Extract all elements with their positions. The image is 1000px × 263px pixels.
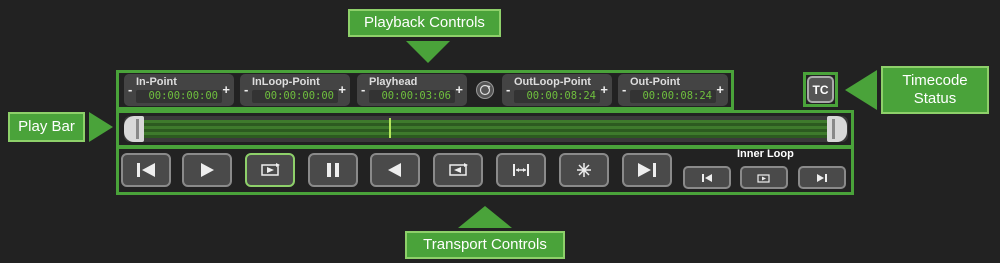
in-point-label: In-Point — [136, 76, 177, 88]
loop-reverse-icon — [449, 163, 468, 176]
out-point-label: Out-Point — [630, 76, 681, 88]
play-icon — [201, 163, 214, 177]
timecode-status-arrow — [845, 70, 877, 110]
outloop-point-value[interactable]: 00:00:08:24 — [514, 90, 600, 103]
inner-loop-start-button[interactable] — [683, 166, 731, 189]
play-bar-callout: Play Bar — [8, 112, 85, 142]
inner-loop-start-icon — [702, 173, 712, 182]
fit-range-icon — [513, 164, 529, 176]
playhead-increment-button[interactable]: + — [455, 82, 463, 97]
in-point-handle[interactable] — [124, 116, 144, 142]
in-point-field[interactable]: - In-Point 00:00:00:00 + — [124, 74, 234, 106]
outloop-point-decrement-button[interactable]: - — [506, 82, 510, 97]
playhead-value[interactable]: 00:00:03:06 — [369, 90, 455, 103]
playback-controls-arrow — [406, 41, 450, 63]
playback-controls-label: Playback Controls — [364, 14, 485, 31]
inloop-point-field[interactable]: - InLoop-Point 00:00:00:00 + — [240, 74, 350, 106]
playhead-marker[interactable] — [389, 118, 391, 138]
outloop-point-increment-button[interactable]: + — [600, 82, 608, 97]
transport-controls-arrow — [458, 206, 512, 228]
playhead-decrement-button[interactable]: - — [361, 82, 365, 97]
pause-icon — [327, 163, 339, 177]
skip-to-end-icon — [638, 163, 656, 177]
inner-loop-label: Inner Loop — [737, 148, 794, 160]
playhead-label: Playhead — [369, 76, 418, 88]
loop-reverse-button[interactable] — [433, 153, 483, 187]
reverse-play-button[interactable] — [370, 153, 420, 187]
timecode-status-label: Timecode Status — [902, 72, 968, 107]
timecode-status-button[interactable]: TC — [807, 76, 834, 103]
skip-to-start-icon — [137, 163, 155, 177]
fit-range-button[interactable] — [496, 153, 546, 187]
out-point-handle[interactable] — [827, 116, 847, 142]
play-bar-range[interactable] — [143, 120, 827, 138]
outloop-point-field[interactable]: - OutLoop-Point 00:00:08:24 + — [502, 74, 612, 106]
inner-loop-play-icon — [757, 173, 770, 183]
timecode-status-callout: Timecode Status — [881, 66, 989, 114]
play-button[interactable] — [182, 153, 232, 187]
freeze-icon — [577, 163, 591, 177]
inner-loop-play-button[interactable] — [740, 166, 788, 189]
out-point-increment-button[interactable]: + — [716, 82, 724, 97]
loop-play-button[interactable] — [245, 153, 295, 187]
inner-loop-end-button[interactable] — [798, 166, 846, 189]
inloop-point-value[interactable]: 00:00:00:00 — [252, 90, 338, 103]
out-point-value[interactable]: 00:00:08:24 — [630, 90, 716, 103]
playhead-field[interactable]: - Playhead 00:00:03:06 + — [357, 74, 467, 106]
playback-controls-callout: Playback Controls — [348, 9, 501, 37]
outloop-point-label: OutLoop-Point — [514, 76, 591, 88]
in-point-value[interactable]: 00:00:00:00 — [136, 90, 222, 103]
loop-play-icon — [261, 163, 280, 176]
in-point-decrement-button[interactable]: - — [128, 82, 132, 97]
skip-to-end-button[interactable] — [622, 153, 672, 187]
play-bar-label: Play Bar — [18, 118, 75, 135]
inloop-point-decrement-button[interactable]: - — [244, 82, 248, 97]
loop-count-icon[interactable] — [476, 81, 494, 99]
inner-loop-end-icon — [817, 173, 827, 182]
play-bar-arrow — [89, 112, 113, 142]
transport-controls-label: Transport Controls — [423, 236, 547, 253]
out-point-decrement-button[interactable]: - — [622, 82, 626, 97]
in-point-increment-button[interactable]: + — [222, 82, 230, 97]
skip-to-start-button[interactable] — [121, 153, 171, 187]
inloop-point-increment-button[interactable]: + — [338, 82, 346, 97]
inloop-point-label: InLoop-Point — [252, 76, 320, 88]
transport-controls-callout: Transport Controls — [405, 231, 565, 259]
reverse-play-icon — [388, 163, 401, 177]
out-point-field[interactable]: - Out-Point 00:00:08:24 + — [618, 74, 728, 106]
pause-button[interactable] — [308, 153, 358, 187]
freeze-button[interactable] — [559, 153, 609, 187]
